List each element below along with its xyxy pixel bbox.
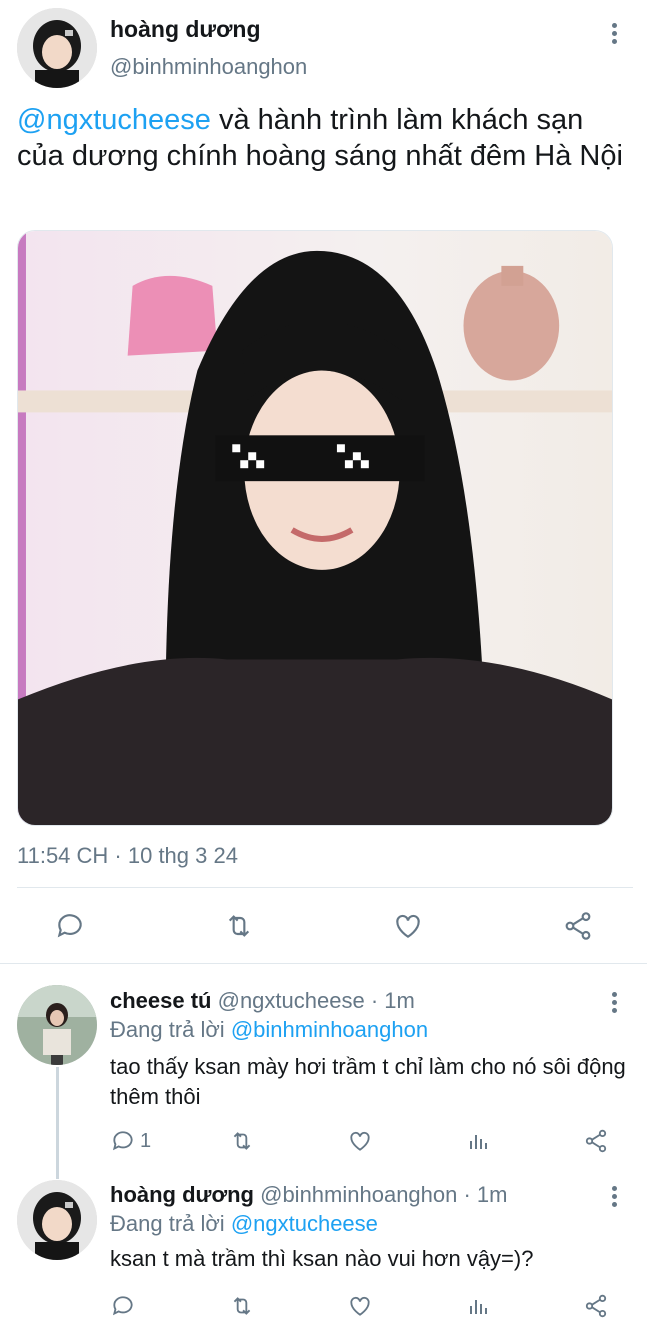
analytics-icon[interactable] xyxy=(467,1128,491,1154)
reply-tweet: cheese tú @ngxtucheese · 1m Đang trả lời… xyxy=(0,975,647,1179)
retweet-icon[interactable] xyxy=(228,1293,256,1319)
tweet-timestamp[interactable]: 11:54 CH · 10 thg 3 24 xyxy=(17,843,238,869)
more-options-icon[interactable] xyxy=(604,20,624,50)
author-avatar[interactable] xyxy=(17,8,97,88)
reply-count: 1 xyxy=(140,1130,152,1152)
like-icon[interactable] xyxy=(347,1128,373,1154)
analytics-icon[interactable] xyxy=(467,1293,491,1319)
share-icon[interactable] xyxy=(562,910,594,942)
reply-avatar[interactable] xyxy=(17,1180,97,1260)
thread-line xyxy=(56,1067,59,1179)
tweet-text: @ngxtucheese và hành trình làm khách sạn… xyxy=(17,102,627,174)
reply-icon[interactable] xyxy=(110,1293,136,1319)
more-options-icon[interactable] xyxy=(604,1183,624,1213)
reply-avatar[interactable] xyxy=(17,985,97,1065)
like-icon[interactable] xyxy=(392,910,424,942)
reply-icon[interactable] xyxy=(54,910,86,942)
author-name[interactable]: hoàng dương xyxy=(110,16,261,43)
replying-to: Đang trả lời @ngxtucheese xyxy=(110,1211,378,1237)
reply-text: tao thấy ksan mày hơi trầm t chỉ làm cho… xyxy=(110,1054,626,1109)
reply-icon[interactable] xyxy=(110,1128,136,1154)
reply-meta[interactable]: @binhminhoanghon · 1m xyxy=(254,1182,507,1207)
reply-tweet: hoàng dương @binhminhoanghon · 1m Đang t… xyxy=(0,1170,647,1326)
avatar-image xyxy=(17,985,97,1065)
reply-author-name[interactable]: hoàng dương xyxy=(110,1182,254,1207)
replying-to-link[interactable]: @binhminhoanghon xyxy=(231,1017,428,1042)
retweet-icon[interactable] xyxy=(222,910,256,942)
reply-header: cheese tú @ngxtucheese · 1m xyxy=(110,988,415,1014)
reply-header: hoàng dương @binhminhoanghon · 1m xyxy=(110,1182,507,1208)
tweet-photo[interactable] xyxy=(17,230,613,826)
replying-prefix: Đang trả lời xyxy=(110,1017,231,1042)
replying-prefix: Đang trả lời xyxy=(110,1211,231,1236)
replying-to: Đang trả lời @binhminhoanghon xyxy=(110,1017,428,1043)
divider xyxy=(0,963,647,964)
mention-link[interactable]: @ngxtucheese xyxy=(17,104,211,136)
share-icon[interactable] xyxy=(583,1128,609,1154)
more-options-icon[interactable] xyxy=(604,989,624,1019)
replying-to-link[interactable]: @ngxtucheese xyxy=(231,1211,378,1236)
like-icon[interactable] xyxy=(347,1293,373,1319)
photo-image xyxy=(18,231,612,825)
retweet-icon[interactable] xyxy=(228,1128,256,1154)
divider xyxy=(17,887,633,888)
reply-meta[interactable]: @ngxtucheese · 1m xyxy=(212,988,415,1013)
reply-author-name[interactable]: cheese tú xyxy=(110,988,212,1013)
avatar-image xyxy=(17,1180,97,1260)
share-icon[interactable] xyxy=(583,1293,609,1319)
reply-text: ksan t mà trầm thì ksan nào vui hơn vậy=… xyxy=(110,1246,534,1271)
author-handle[interactable]: @binhminhoanghon xyxy=(110,54,307,80)
avatar-image xyxy=(17,8,97,88)
